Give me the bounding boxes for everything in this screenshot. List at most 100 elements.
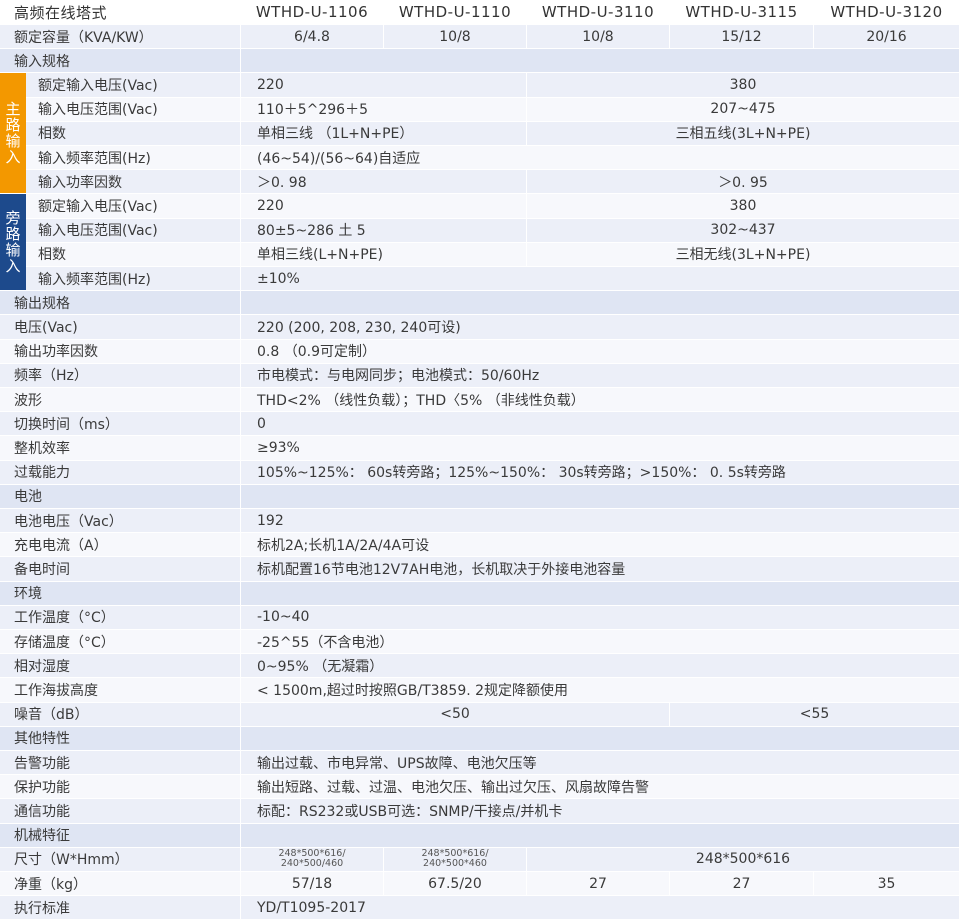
spec-value: 6/4.8 [241, 25, 384, 50]
spec-value: -10~40 [241, 605, 960, 630]
spec-value: 单相三线 （1L+N+PE） [241, 121, 527, 146]
spec-value: 0~95% （无凝霜） [241, 654, 960, 679]
spec-label: 净重（kg） [0, 872, 241, 897]
spec-value: 57/18 [241, 872, 384, 897]
section-fill [241, 726, 960, 751]
spec-value: 105%~125%： 60s转旁路；125%~150%： 30s转旁路；>150… [241, 460, 960, 485]
spec-value: 220 (200, 208, 230, 240可设) [241, 315, 960, 340]
spec-value-line: 240*500/460 [280, 858, 344, 870]
spec-value: ＞0. 95 [527, 170, 960, 195]
spec-table: 高频在线塔式 WTHD-U-1106 WTHD-U-1110 WTHD-U-3110 W… [0, 0, 960, 922]
spec-value: 27 [527, 872, 670, 897]
spec-value: < 1500m,超过时按照GB/T3859. 2规定降额使用 [241, 678, 960, 703]
spec-value: ＞0. 98 [241, 170, 527, 195]
section-fill [241, 291, 960, 316]
section-header: 电池 [0, 484, 241, 509]
spec-value: 输出短路、过载、过温、电池欠压、输出过欠压、风扇故障告警 [241, 775, 960, 800]
spec-label: 输入功率因数 [26, 170, 241, 195]
spec-label: 工作温度（°C） [0, 605, 241, 630]
spec-value: -25^55（不含电池） [241, 630, 960, 655]
spec-value: 单相三线(L+N+PE) [241, 242, 527, 267]
spec-value: 10/8 [384, 25, 527, 50]
spec-label: 充电电流（A） [0, 533, 241, 558]
spec-label: 频率（Hz） [0, 363, 241, 388]
spec-value: 220 [241, 194, 527, 219]
spec-value: 0.8 （0.9可定制） [241, 339, 960, 364]
spec-value: ≥93% [241, 436, 960, 461]
side-label-main: 主路输入 [0, 73, 26, 195]
spec-value: 输出过载、市电异常、UPS故障、电池欠压等 [241, 751, 960, 776]
spec-value: 0 [241, 412, 960, 437]
spec-label: 电压(Vac) [0, 315, 241, 340]
spec-label: 相数 [26, 121, 241, 146]
section-header: 其他特性 [0, 726, 241, 751]
spec-value: 20/16 [814, 25, 960, 50]
spec-label: 尺寸（W*Hmm） [0, 847, 241, 872]
spec-label: 电池电压（Vac） [0, 509, 241, 534]
spec-value: 67.5/20 [384, 872, 527, 897]
spec-label: 执行标准 [0, 896, 241, 921]
spec-value: 192 [241, 509, 960, 534]
spec-label: 告警功能 [0, 751, 241, 776]
spec-label: 输入电压范围(Vac) [26, 218, 241, 243]
spec-value: 302~437 [527, 218, 960, 243]
section-header: 输出规格 [0, 291, 241, 316]
spec-value: <55 [670, 702, 960, 727]
spec-label: 相数 [26, 242, 241, 267]
spec-label: 保护功能 [0, 775, 241, 800]
spec-value: YD/T1095-2017 [241, 896, 960, 921]
section-fill [241, 49, 960, 74]
spec-value: 220 [241, 73, 527, 98]
spec-label: 相对湿度 [0, 654, 241, 679]
model-header: WTHD-U-1106 [241, 0, 384, 25]
spec-value: <50 [241, 702, 670, 727]
spec-value: 380 [527, 73, 960, 98]
spec-value-line: 240*500*460 [423, 858, 487, 870]
spec-label: 输入频率范围(Hz) [26, 146, 241, 171]
spec-value: 三相无线(3L+N+PE) [527, 242, 960, 267]
spec-value: 80±5~286 土 5 [241, 218, 527, 243]
spec-label: 额定输入电压(Vac) [26, 73, 241, 98]
spec-label: 输出功率因数 [0, 339, 241, 364]
spec-label: 备电时间 [0, 557, 241, 582]
spec-value: 15/12 [670, 25, 814, 50]
spec-label: 额定输入电压(Vac) [26, 194, 241, 219]
spec-value: 标配：RS232或USB可选：SNMP/干接点/并机卡 [241, 799, 960, 824]
spec-value: 市电模式：与电网同步；电池模式：50/60Hz [241, 363, 960, 388]
spec-value: 10/8 [527, 25, 670, 50]
spec-value: 35 [814, 872, 960, 897]
spec-label: 额定容量（KVA/KW） [0, 25, 241, 50]
section-fill [241, 823, 960, 848]
spec-label: 切换时间（ms） [0, 412, 241, 437]
spec-value: 380 [527, 194, 960, 219]
section-fill [241, 581, 960, 606]
spec-value: ±10% [241, 267, 960, 292]
spec-label: 过载能力 [0, 460, 241, 485]
model-header: WTHD-U-1110 [384, 0, 527, 25]
table-title: 高频在线塔式 [0, 0, 241, 25]
model-header: WTHD-U-3120 [814, 0, 960, 25]
spec-label: 整机效率 [0, 436, 241, 461]
model-header: WTHD-U-3115 [670, 0, 814, 25]
spec-value: THD<2% （线性负载）；THD〈5% （非线性负载） [241, 388, 960, 413]
spec-label: 存储温度（°C） [0, 630, 241, 655]
spec-value: 三相五线(3L+N+PE) [527, 121, 960, 146]
model-header: WTHD-U-3110 [527, 0, 670, 25]
section-fill [241, 484, 960, 509]
spec-value: 248*500*616/240*500/460 [241, 847, 384, 872]
side-label-bypass: 旁路输入 [0, 194, 26, 292]
spec-value: 248*500*616 [527, 847, 960, 872]
spec-label: 输入频率范围(Hz) [26, 267, 241, 292]
spec-label: 工作海拔高度 [0, 678, 241, 703]
spec-label: 波形 [0, 388, 241, 413]
spec-label: 噪音（dB） [0, 702, 241, 727]
spec-label: 输入电压范围(Vac) [26, 97, 241, 122]
spec-value: 标机2A;长机1A/2A/4A可设 [241, 533, 960, 558]
spec-label: 通信功能 [0, 799, 241, 824]
section-header: 环境 [0, 581, 241, 606]
spec-value: 110＋5^296＋5 [241, 97, 527, 122]
spec-value: 27 [670, 872, 814, 897]
spec-value: 248*500*616/240*500*460 [384, 847, 527, 872]
section-header: 机械特征 [0, 823, 241, 848]
spec-value: (46~54)/(56~64)自适应 [241, 146, 960, 171]
